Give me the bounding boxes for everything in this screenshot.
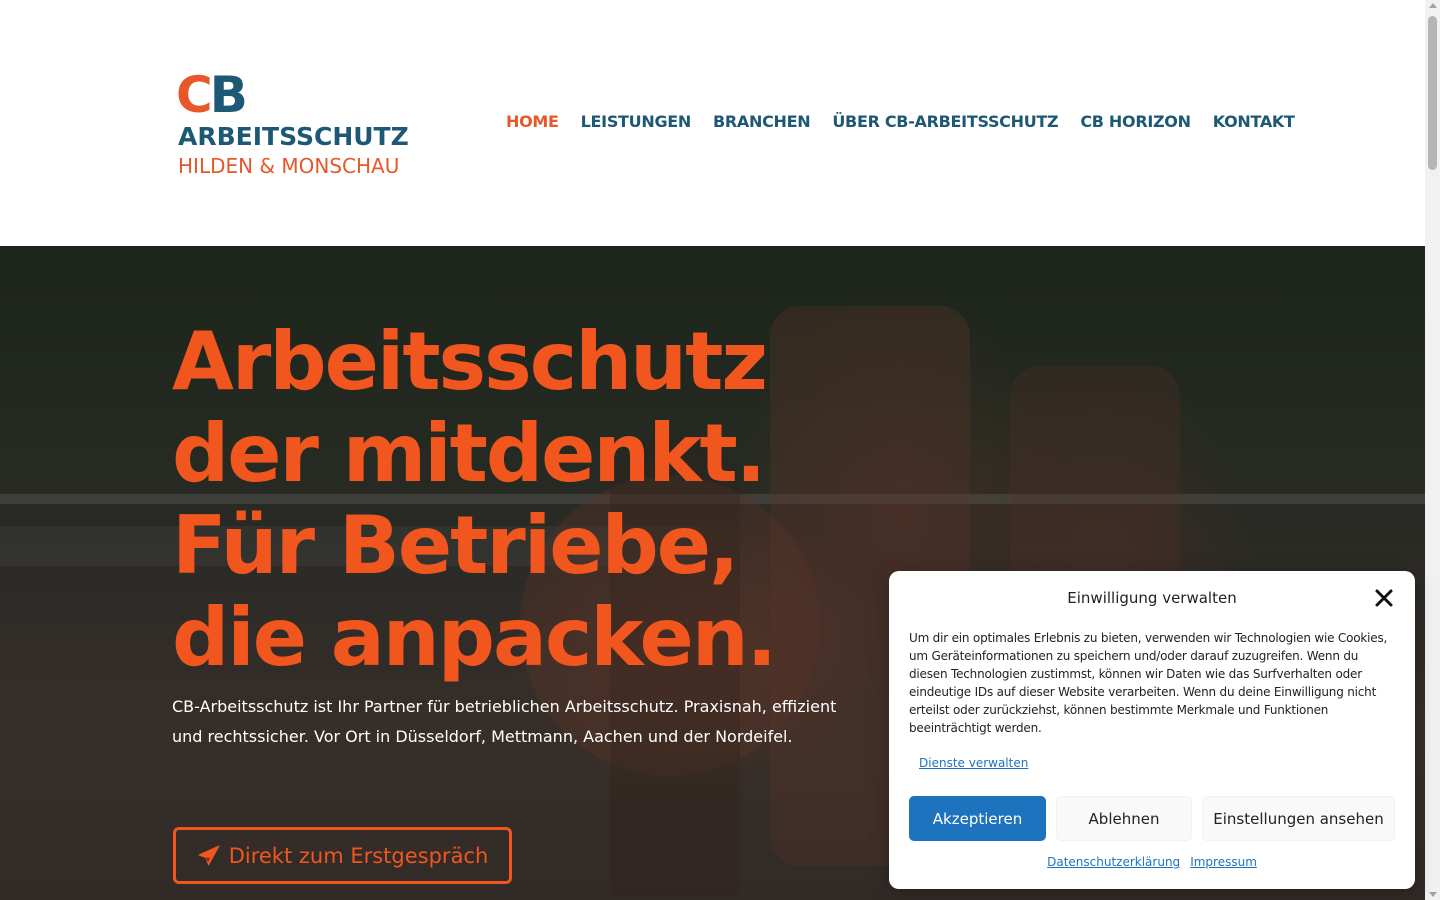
accept-button[interactable]: Akzeptieren xyxy=(909,796,1046,841)
view-settings-button[interactable]: Einstellungen ansehen xyxy=(1202,796,1395,841)
nav-item-ueber[interactable]: ÜBER CB-ARBEITSSCHUTZ xyxy=(832,112,1058,131)
nav-item-kontakt[interactable]: KONTAKT xyxy=(1213,112,1295,131)
hero-title-line: die anpacken. xyxy=(172,591,777,684)
page-scrollbar[interactable] xyxy=(1425,0,1440,900)
logo-wordmark: ARBEITSSCHUTZ xyxy=(178,122,409,151)
main-navigation: HOME LEISTUNGEN BRANCHEN ÜBER CB-ARBEITS… xyxy=(506,112,1295,131)
nav-item-home[interactable]: HOME xyxy=(506,112,559,131)
hero-title-line: Arbeitsschutz xyxy=(172,315,768,408)
scroll-down-arrow-icon[interactable] xyxy=(1429,892,1437,897)
consent-description: Um dir ein optimales Erlebnis zu bieten,… xyxy=(909,631,1388,735)
cookie-consent-dialog: Einwilligung verwalten Um dir ein optima… xyxy=(889,571,1415,889)
paper-plane-icon xyxy=(198,845,220,865)
hero-description: CB-Arbeitsschutz ist Ihr Partner für bet… xyxy=(172,697,837,746)
manage-services-link[interactable]: Dienste verwalten xyxy=(919,756,1028,770)
hero-title-line: Für Betriebe, xyxy=(172,499,739,592)
hero-title: Arbeitsschutz der mitdenkt. Für Betriebe… xyxy=(172,315,777,684)
deny-button[interactable]: Ablehnen xyxy=(1056,796,1192,841)
cta-label: Direkt zum Erstgespräch xyxy=(228,843,489,868)
scrollbar-thumb[interactable] xyxy=(1428,16,1437,170)
logo-location: HILDEN & MONSCHAU xyxy=(178,154,400,178)
consent-footer-links: Datenschutzerklärung Impressum xyxy=(889,855,1415,869)
site-header: CB ARBEITSSCHUTZ HILDEN & MONSCHAU HOME … xyxy=(0,0,1425,246)
cta-erstgespraech-button[interactable]: Direkt zum Erstgespräch xyxy=(173,827,512,884)
close-icon[interactable] xyxy=(1373,587,1395,609)
site-logo[interactable]: CB ARBEITSSCHUTZ HILDEN & MONSCHAU xyxy=(176,70,416,182)
scroll-up-arrow-icon[interactable] xyxy=(1429,3,1437,8)
imprint-link[interactable]: Impressum xyxy=(1190,855,1257,869)
nav-item-leistungen[interactable]: LEISTUNGEN xyxy=(581,112,692,131)
nav-item-cb-horizon[interactable]: CB HORIZON xyxy=(1080,112,1191,131)
hero-title-line: der mitdenkt. xyxy=(172,407,766,500)
logo-monogram: CB xyxy=(176,66,248,124)
nav-item-branchen[interactable]: BRANCHEN xyxy=(713,112,811,131)
privacy-policy-link[interactable]: Datenschutzerklärung xyxy=(1047,855,1180,869)
consent-title: Einwilligung verwalten xyxy=(1067,589,1237,607)
